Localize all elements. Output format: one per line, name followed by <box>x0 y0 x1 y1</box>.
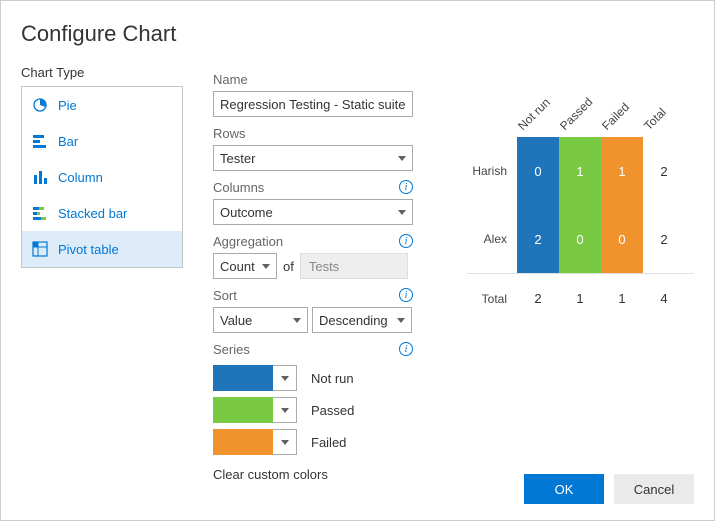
series-row: Passed <box>213 397 433 423</box>
name-input[interactable] <box>213 91 413 117</box>
pivot-row: Harish0112 <box>467 137 694 205</box>
pivot-cell: 0 <box>559 205 601 273</box>
series-color-picker[interactable] <box>273 365 297 391</box>
stacked-bar-icon <box>32 205 48 221</box>
chart-type-item-label: Pivot table <box>58 242 119 257</box>
chevron-down-icon <box>398 156 406 161</box>
series-label: Passed <box>311 403 354 418</box>
chart-type-pivot-table[interactable]: Pivot table <box>22 231 182 267</box>
series-label: Failed <box>311 435 346 450</box>
pivot-preview: Not runPassedFailedTotal Harish0112Alex2… <box>467 77 694 323</box>
chart-type-column[interactable]: Column <box>22 159 182 195</box>
of-label: of <box>283 259 294 274</box>
sort-direction-select[interactable]: Descending <box>312 307 412 333</box>
clear-custom-colors-link[interactable]: Clear custom colors <box>213 467 433 482</box>
chevron-down-icon <box>262 264 270 269</box>
sort-direction-value: Descending <box>319 313 388 328</box>
info-icon[interactable]: i <box>399 288 413 302</box>
columns-select[interactable]: Outcome <box>213 199 413 225</box>
chart-type-pie[interactable]: Pie <box>22 87 182 123</box>
chevron-down-icon <box>281 440 289 445</box>
pivot-column-header: Total <box>641 105 669 133</box>
pivot-cell: 2 <box>517 205 559 273</box>
pivot-cell: 0 <box>517 137 559 205</box>
aggregation-select[interactable]: Count <box>213 253 277 279</box>
pivot-row-header: Harish <box>467 164 517 178</box>
pivot-column-total: 2 <box>517 291 559 306</box>
pie-icon <box>32 97 48 113</box>
chart-type-bar[interactable]: Bar <box>22 123 182 159</box>
pivot-row-total: 2 <box>643 205 685 273</box>
info-icon[interactable]: i <box>399 342 413 356</box>
pivot-cell: 1 <box>559 137 601 205</box>
series-color-swatch <box>213 397 273 423</box>
columns-select-value: Outcome <box>220 205 273 220</box>
column-icon <box>32 169 48 185</box>
aggregation-field: Tests <box>300 253 408 279</box>
pivot-column-header: Passed <box>557 95 595 133</box>
series-color-swatch <box>213 429 273 455</box>
pivot-table-icon <box>32 241 48 257</box>
pivot-row-header: Alex <box>467 232 517 246</box>
chart-type-list: Pie Bar Column Stacked bar Pivot table <box>21 86 183 268</box>
info-icon[interactable]: i <box>399 234 413 248</box>
columns-label: Columns <box>213 180 264 195</box>
aggregation-select-value: Count <box>220 259 255 274</box>
pivot-column-total: 4 <box>643 291 685 306</box>
bar-icon <box>32 133 48 149</box>
series-label: Not run <box>311 371 354 386</box>
chart-type-label: Chart Type <box>21 65 183 80</box>
series-color-swatch <box>213 365 273 391</box>
chevron-down-icon <box>281 376 289 381</box>
series-row: Not run <box>213 365 433 391</box>
info-icon[interactable]: i <box>399 180 413 194</box>
series-color-picker[interactable] <box>273 397 297 423</box>
chevron-down-icon <box>281 408 289 413</box>
series-color-picker[interactable] <box>273 429 297 455</box>
pivot-column-total: 1 <box>601 291 643 306</box>
chart-type-stacked-bar[interactable]: Stacked bar <box>22 195 182 231</box>
sort-label: Sort <box>213 288 237 303</box>
aggregation-label: Aggregation <box>213 234 283 249</box>
pivot-cell: 0 <box>601 205 643 273</box>
pivot-column-header: Failed <box>599 100 632 133</box>
chevron-down-icon <box>397 318 405 323</box>
chevron-down-icon <box>293 318 301 323</box>
dialog-title: Configure Chart <box>21 21 694 47</box>
pivot-row-total: 2 <box>643 137 685 205</box>
chart-type-item-label: Bar <box>58 134 78 149</box>
rows-select-value: Tester <box>220 151 255 166</box>
series-row: Failed <box>213 429 433 455</box>
chart-type-item-label: Column <box>58 170 103 185</box>
sort-by-select[interactable]: Value <box>213 307 308 333</box>
chart-type-item-label: Stacked bar <box>58 206 127 221</box>
chart-type-item-label: Pie <box>58 98 77 113</box>
pivot-total-label: Total <box>467 292 517 306</box>
sort-by-value: Value <box>220 313 252 328</box>
cancel-button[interactable]: Cancel <box>614 474 694 504</box>
pivot-row: Alex2002 <box>467 205 694 273</box>
chevron-down-icon <box>398 210 406 215</box>
series-label: Series <box>213 342 250 357</box>
pivot-column-header: Not run <box>515 95 553 133</box>
ok-button[interactable]: OK <box>524 474 604 504</box>
rows-label: Rows <box>213 126 246 141</box>
rows-select[interactable]: Tester <box>213 145 413 171</box>
pivot-column-total: 1 <box>559 291 601 306</box>
name-label: Name <box>213 72 248 87</box>
pivot-cell: 1 <box>601 137 643 205</box>
